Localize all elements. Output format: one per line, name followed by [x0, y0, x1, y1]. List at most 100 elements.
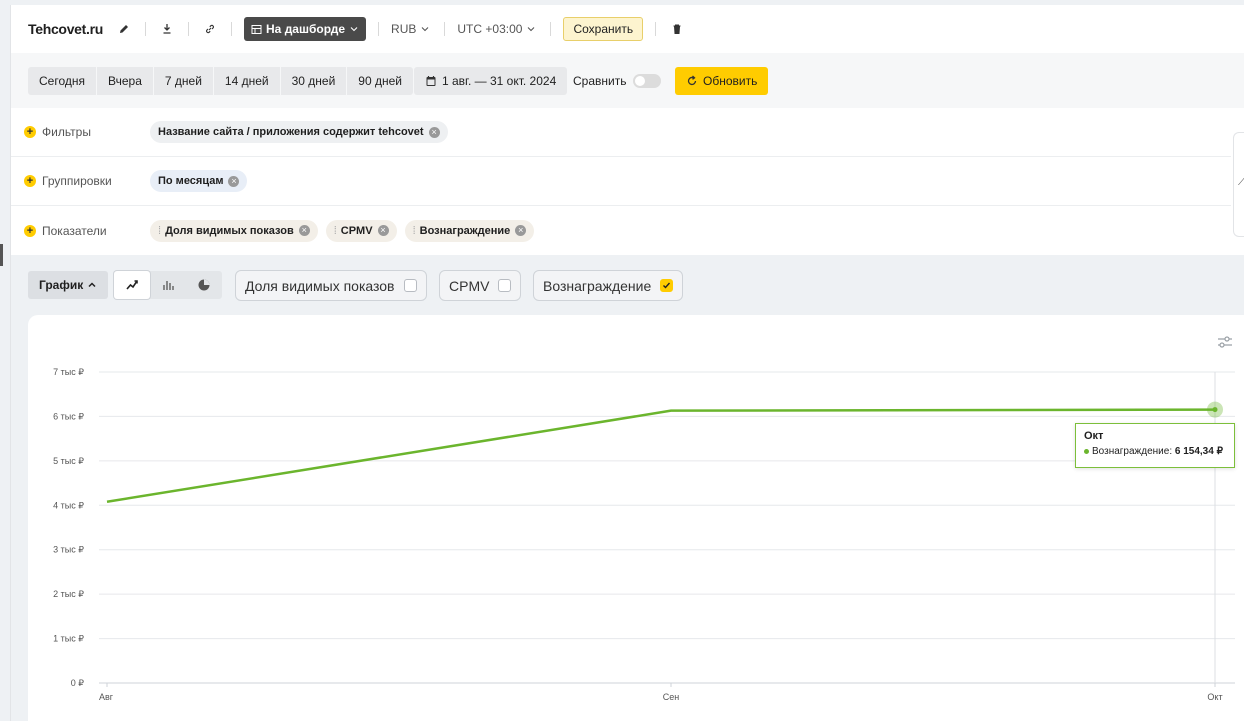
metric-chip-label: Доля видимых показов: [165, 224, 294, 237]
metric-chip-label: Вознаграждение: [419, 224, 511, 237]
filters-panel: + Фильтры Название сайта / приложения со…: [11, 108, 1244, 255]
remove-chip-icon[interactable]: ×: [377, 225, 389, 236]
remove-chip-icon[interactable]: ×: [428, 126, 440, 138]
report-title: Tehcovet.ru: [28, 21, 104, 37]
metric-checkbox[interactable]: [498, 279, 512, 292]
toolbar-divider: [145, 22, 147, 36]
preset-today[interactable]: Сегодня: [28, 67, 97, 95]
add-grouping-button[interactable]: +: [24, 175, 36, 187]
metric-checkbox[interactable]: [660, 279, 674, 292]
add-filter-button[interactable]: +: [24, 126, 36, 138]
chart-view-switcher: [114, 271, 222, 299]
chevron-up-icon: [88, 282, 96, 288]
chart-controls: График Доля видимых показов CPMV Вознагр…: [11, 255, 1244, 315]
tooltip-title: Окт: [1084, 430, 1104, 442]
preset-30-days[interactable]: 30 дней: [281, 67, 348, 95]
groupings-row: + Группировки По месяцам ×: [11, 157, 1231, 206]
checkmark-icon: [663, 282, 671, 289]
currency-select[interactable]: RUB: [391, 22, 430, 36]
toolbar-divider: [188, 22, 190, 36]
report-toolbar: Tehcovet.ru На дашборде RUB UTC +03:00 С…: [11, 5, 1244, 53]
pencil-icon[interactable]: [115, 20, 133, 38]
metric-chip[interactable]: ⁞ Вознаграждение ×: [404, 219, 535, 242]
chevron-down-icon: [350, 27, 358, 32]
side-panel-icon: ⟋: [1238, 177, 1244, 188]
link-icon[interactable]: [201, 20, 219, 38]
metric-toggle-label: Вознаграждение: [543, 277, 652, 294]
remove-chip-icon[interactable]: ×: [298, 225, 310, 236]
tooltip-value: 6 154,34 ₽: [1174, 446, 1223, 457]
timezone-select[interactable]: UTC +03:00: [457, 22, 536, 36]
metric-toggle-cpmv[interactable]: CPMV: [439, 270, 522, 301]
line-chart-view[interactable]: [114, 271, 150, 299]
preset-90-days[interactable]: 90 дней: [347, 67, 413, 95]
chart-tooltip: Окт Вознаграждение: 6 154,34 ₽: [1075, 423, 1235, 468]
y-tick-label: 2 тыс ₽: [53, 589, 84, 599]
calendar-icon: [426, 76, 436, 86]
left-scroll-marker[interactable]: [0, 244, 3, 266]
metric-chip[interactable]: ⁞ Доля видимых показов ×: [150, 219, 318, 242]
toolbar-divider: [550, 22, 552, 36]
pie-chart-icon: [198, 279, 210, 291]
graph-label: График: [39, 278, 84, 292]
metric-toggle-visibility[interactable]: Доля видимых показов: [235, 270, 427, 301]
grouping-chips: По месяцам ×: [150, 170, 248, 192]
save-button[interactable]: Сохранить: [563, 17, 644, 41]
refresh-button[interactable]: Обновить: [675, 67, 769, 95]
toolbar-divider: [444, 22, 446, 36]
drag-handle-icon[interactable]: ⁞: [413, 225, 416, 237]
dashboard-button[interactable]: На дашборде: [244, 17, 367, 41]
bar-chart-view[interactable]: [150, 271, 186, 299]
y-tick-label: 5 тыс ₽: [53, 456, 84, 466]
x-tick-label: Сен: [663, 692, 680, 702]
grouping-chip[interactable]: По месяцам ×: [150, 170, 248, 192]
groupings-label: Группировки: [42, 174, 112, 188]
line-chart-icon: [126, 280, 138, 290]
metric-chip[interactable]: ⁞ CPMV ×: [325, 219, 397, 242]
preset-7-days[interactable]: 7 дней: [154, 67, 214, 95]
chevron-down-icon: [528, 27, 535, 32]
currency-value: RUB: [391, 22, 417, 36]
metric-toggle-reward[interactable]: Вознаграждение: [533, 270, 684, 301]
remove-chip-icon[interactable]: ×: [515, 225, 527, 236]
metric-toggle-label: Доля видимых показов: [245, 277, 395, 294]
download-icon[interactable]: [158, 20, 176, 38]
tooltip-label: Вознаграждение:: [1092, 446, 1173, 457]
period-presets: Сегодня Вчера 7 дней 14 дней 30 дней 90 …: [28, 67, 413, 95]
chevron-down-icon: [422, 27, 429, 32]
filters-row: + Фильтры Название сайта / приложения со…: [11, 108, 1231, 157]
toolbar-divider: [378, 22, 380, 36]
drag-handle-icon[interactable]: ⁞: [158, 225, 161, 237]
chart-card: 0 ₽ 1 тыс ₽ 2 тыс ₽ 3 тыс ₽ 4 тыс ₽ 5 тыс ₽ 6 …: [28, 315, 1244, 721]
tooltip-row: Вознаграждение: 6 154,34 ₽: [1084, 446, 1226, 457]
filter-chip[interactable]: Название сайта / приложения содержит teh…: [150, 121, 448, 143]
side-panel-tab[interactable]: ⟋: [1233, 132, 1244, 237]
y-tick-label: 0 ₽: [71, 678, 85, 688]
period-bar: Сегодня Вчера 7 дней 14 дней 30 дней 90 …: [11, 53, 1244, 109]
compare-control: Сравнить: [573, 67, 662, 95]
series-line: [106, 408, 1216, 503]
drag-handle-icon[interactable]: ⁞: [334, 225, 337, 237]
trash-icon[interactable]: [668, 20, 686, 38]
compare-toggle[interactable]: [633, 74, 662, 88]
metrics-label: Показатели: [42, 223, 107, 238]
pie-chart-view[interactable]: [186, 271, 222, 299]
date-range-button[interactable]: 1 авг. — 31 окт. 2024: [414, 67, 568, 95]
metric-chips: ⁞ Доля видимых показов × ⁞ CPMV × ⁞ Возн…: [150, 219, 535, 242]
preset-14-days[interactable]: 14 дней: [214, 67, 281, 95]
dashboard-label: На дашборде: [266, 22, 346, 36]
metric-toggle-label: CPMV: [449, 277, 490, 294]
metric-checkbox[interactable]: [403, 279, 417, 292]
refresh-label: Обновить: [703, 74, 758, 88]
toolbar-divider: [231, 22, 233, 36]
metric-chip-label: CPMV: [340, 224, 373, 237]
dashboard-icon: [251, 24, 262, 34]
add-metric-button[interactable]: +: [24, 224, 36, 237]
remove-chip-icon[interactable]: ×: [228, 175, 240, 187]
y-tick-label: 1 тыс ₽: [53, 634, 84, 644]
graph-toggle-button[interactable]: График: [28, 271, 109, 299]
preset-yesterday[interactable]: Вчера: [97, 67, 154, 95]
y-tick-label: 6 тыс ₽: [53, 411, 84, 421]
filter-chip-label: Название сайта / приложения содержит teh…: [158, 126, 424, 138]
x-tick-label: Авг: [99, 692, 114, 702]
